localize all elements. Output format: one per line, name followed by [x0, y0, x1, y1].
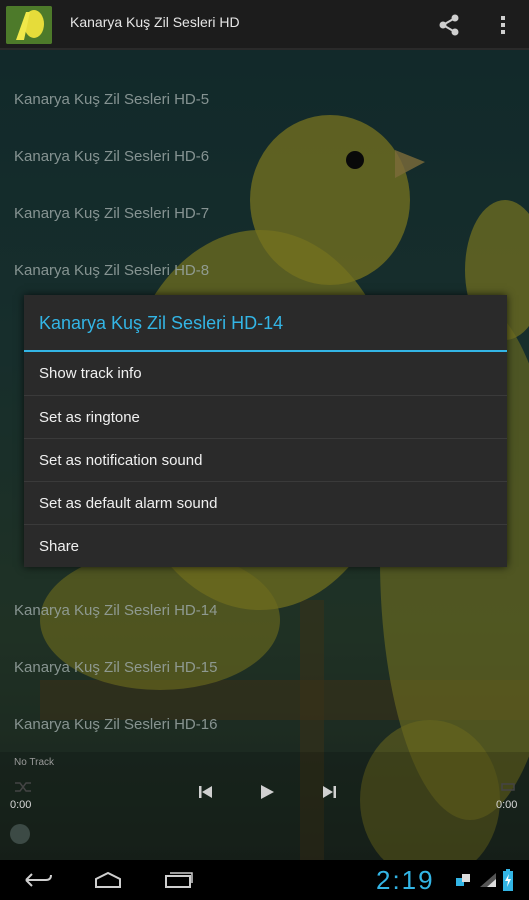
option-share[interactable]: Share: [24, 524, 507, 568]
recent-apps-icon[interactable]: [162, 871, 194, 889]
screen: Kanarya Kuş Zil Sesleri HD Kanarya Kuş Z…: [0, 0, 529, 900]
dialog-title: Kanarya Kuş Zil Sesleri HD-14: [39, 313, 284, 333]
list-item[interactable]: Kanarya Kuş Zil Sesleri HD-7: [14, 205, 209, 222]
next-track-icon[interactable]: [320, 783, 338, 801]
shuffle-icon[interactable]: [14, 780, 32, 794]
list-item[interactable]: Kanarya Kuş Zil Sesleri HD-14: [14, 602, 217, 619]
list-item[interactable]: Kanarya Kuş Zil Sesleri HD-5: [14, 91, 209, 108]
play-icon[interactable]: [258, 783, 276, 801]
app-title[interactable]: Kanarya Kuş Zil Sesleri HD: [70, 14, 240, 30]
back-icon[interactable]: [22, 871, 54, 889]
duration-time: 0:00: [496, 799, 518, 811]
previous-track-icon[interactable]: [197, 783, 215, 801]
battery-icon: [503, 869, 513, 891]
track-options-dialog: Kanarya Kuş Zil Sesleri HD-14 Show track…: [24, 295, 507, 567]
notification-icon: [456, 874, 470, 886]
option-label: Share: [39, 538, 80, 555]
option-set-as-default-alarm-sound[interactable]: Set as default alarm sound: [24, 481, 507, 525]
list-item[interactable]: Kanarya Kuş Zil Sesleri HD-6: [14, 148, 209, 165]
list-item[interactable]: Kanarya Kuş Zil Sesleri HD-15: [14, 659, 217, 676]
option-show-track-info[interactable]: Show track info: [24, 352, 507, 395]
list-item[interactable]: Kanarya Kuş Zil Sesleri HD-16: [14, 716, 217, 733]
option-set-as-notification-sound[interactable]: Set as notification sound: [24, 438, 507, 482]
home-icon[interactable]: [92, 871, 124, 889]
elapsed-time: 0:00: [10, 799, 32, 811]
list-item[interactable]: Kanarya Kuş Zil Sesleri HD-8: [14, 262, 209, 279]
overflow-menu-icon[interactable]: [490, 12, 516, 38]
seek-bar-thumb[interactable]: [10, 824, 30, 844]
app-logo-icon[interactable]: [6, 6, 52, 44]
share-icon[interactable]: [436, 12, 462, 38]
player-controls: No Track 0:00 0:00: [0, 752, 529, 860]
option-label: Show track info: [39, 365, 142, 382]
action-bar: Kanarya Kuş Zil Sesleri HD: [0, 0, 529, 50]
signal-icon: [480, 873, 496, 887]
option-label: Set as ringtone: [39, 409, 140, 426]
option-label: Set as notification sound: [39, 452, 203, 469]
option-set-as-ringtone[interactable]: Set as ringtone: [24, 395, 507, 439]
option-label: Set as default alarm sound: [39, 495, 218, 512]
repeat-icon[interactable]: [499, 780, 517, 794]
system-nav-bar: 2:19: [0, 860, 529, 900]
status-clock: 2:19: [376, 865, 435, 895]
now-playing-label: No Track: [14, 757, 55, 768]
